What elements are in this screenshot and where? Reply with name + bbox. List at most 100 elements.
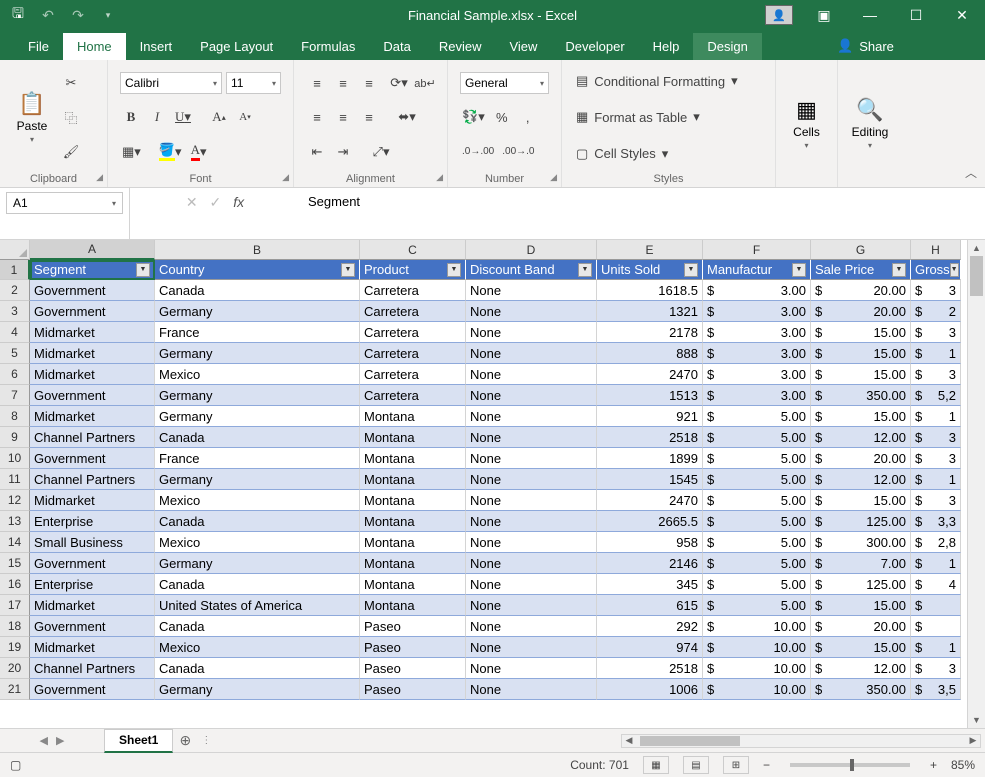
table-cell[interactable]: Germany [155, 301, 360, 322]
table-cell[interactable]: $3,3 [911, 511, 961, 532]
number-format-combo[interactable]: General▾ [460, 72, 549, 94]
table-cell[interactable]: Paseo [360, 637, 466, 658]
table-cell[interactable]: 292 [597, 616, 703, 637]
table-cell[interactable]: $20.00 [811, 616, 911, 637]
table-cell[interactable]: 2470 [597, 364, 703, 385]
table-cell[interactable]: $15.00 [811, 490, 911, 511]
decrease-decimal-button[interactable]: .00→.0 [500, 141, 536, 163]
table-cell[interactable]: 1513 [597, 385, 703, 406]
orientation-button[interactable]: ⟳ ▾ [388, 72, 410, 94]
increase-font-button[interactable]: A▴ [208, 106, 230, 128]
table-cell[interactable]: $15.00 [811, 595, 911, 616]
view-page-layout-button[interactable]: ▤ [683, 756, 709, 774]
copy-button[interactable]: ⿻ [60, 106, 82, 128]
table-cell[interactable]: $3 [911, 490, 961, 511]
table-cell[interactable]: None [466, 490, 597, 511]
table-cell[interactable]: None [466, 469, 597, 490]
table-cell[interactable]: $5.00 [703, 532, 811, 553]
table-cell[interactable]: $15.00 [811, 637, 911, 658]
tab-review[interactable]: Review [425, 33, 496, 60]
row-header[interactable]: 7 [0, 385, 30, 406]
row-header[interactable]: 11 [0, 469, 30, 490]
tab-insert[interactable]: Insert [126, 33, 187, 60]
minimize-button[interactable]: — [847, 0, 893, 30]
table-cell[interactable]: Canada [155, 427, 360, 448]
table-cell[interactable]: 958 [597, 532, 703, 553]
table-cell[interactable]: 921 [597, 406, 703, 427]
scrollbar-thumb[interactable] [970, 256, 983, 296]
table-cell[interactable]: $ [911, 616, 961, 637]
format-painter-button[interactable]: 🖌 [60, 141, 82, 163]
table-cell[interactable]: $20.00 [811, 301, 911, 322]
scrollbar-thumb[interactable] [640, 736, 740, 746]
table-cell[interactable]: Germany [155, 469, 360, 490]
filter-dropdown-icon[interactable]: ▼ [447, 263, 461, 277]
table-cell[interactable]: Germany [155, 343, 360, 364]
table-cell[interactable]: $10.00 [703, 658, 811, 679]
table-cell[interactable]: None [466, 364, 597, 385]
table-cell[interactable]: $12.00 [811, 658, 911, 679]
merge-center-button[interactable]: ⬌ ▾ [396, 106, 418, 128]
table-cell[interactable]: $3 [911, 364, 961, 385]
table-cell[interactable]: Montana [360, 448, 466, 469]
table-cell[interactable]: Enterprise [30, 511, 155, 532]
row-header[interactable]: 10 [0, 448, 30, 469]
filter-dropdown-icon[interactable]: ▼ [341, 263, 355, 277]
row-header[interactable]: 19 [0, 637, 30, 658]
scroll-up-icon[interactable]: ▲ [968, 240, 985, 256]
table-cell[interactable]: Paseo [360, 616, 466, 637]
tab-design[interactable]: Design [693, 33, 761, 60]
table-header-cell[interactable]: Segment▼ [30, 260, 155, 280]
dialog-launcher-icon[interactable]: ◢ [282, 172, 289, 183]
table-cell[interactable]: $3.00 [703, 364, 811, 385]
filter-dropdown-icon[interactable]: ▼ [684, 263, 698, 277]
table-cell[interactable]: $125.00 [811, 511, 911, 532]
table-cell[interactable]: Channel Partners [30, 469, 155, 490]
table-cell[interactable]: Paseo [360, 679, 466, 700]
row-header[interactable]: 9 [0, 427, 30, 448]
table-cell[interactable]: $4 [911, 574, 961, 595]
table-cell[interactable]: $5.00 [703, 406, 811, 427]
wrap-text-button[interactable]: ab↵ [414, 72, 436, 94]
table-cell[interactable]: Carretera [360, 322, 466, 343]
row-header[interactable]: 15 [0, 553, 30, 574]
table-cell[interactable]: Midmarket [30, 364, 155, 385]
align-bottom-button[interactable]: ≡ [358, 72, 380, 94]
zoom-value[interactable]: 85% [951, 758, 975, 772]
row-header[interactable]: 20 [0, 658, 30, 679]
table-cell[interactable]: None [466, 532, 597, 553]
table-header-cell[interactable]: Manufactur▼ [703, 260, 811, 280]
zoom-in-button[interactable]: + [930, 758, 937, 772]
table-cell[interactable]: $300.00 [811, 532, 911, 553]
formula-input[interactable]: Segment [300, 188, 985, 239]
zoom-slider[interactable] [790, 763, 910, 767]
table-cell[interactable]: $5.00 [703, 595, 811, 616]
table-cell[interactable]: Carretera [360, 280, 466, 301]
fill-color-button[interactable]: 🪣 ▾ [157, 141, 184, 163]
table-cell[interactable]: 2470 [597, 490, 703, 511]
table-cell[interactable]: $3.00 [703, 301, 811, 322]
tab-file[interactable]: File [14, 33, 63, 60]
table-cell[interactable]: Germany [155, 553, 360, 574]
table-cell[interactable]: Small Business [30, 532, 155, 553]
font-size-combo[interactable]: 11▾ [226, 72, 281, 94]
table-cell[interactable]: $10.00 [703, 616, 811, 637]
format-as-table-button[interactable]: ▦Format as Table ▾ [574, 106, 702, 128]
tab-home[interactable]: Home [63, 33, 126, 60]
row-header[interactable]: 1 [0, 260, 30, 280]
borders-button[interactable]: ▦ ▾ [120, 141, 143, 163]
table-cell[interactable]: $1 [911, 343, 961, 364]
table-cell[interactable]: Montana [360, 490, 466, 511]
table-cell[interactable]: $3.00 [703, 280, 811, 301]
table-cell[interactable]: Mexico [155, 364, 360, 385]
table-cell[interactable]: 2518 [597, 427, 703, 448]
filter-dropdown-icon[interactable]: ▼ [792, 263, 806, 277]
row-header[interactable]: 21 [0, 679, 30, 700]
table-cell[interactable]: Midmarket [30, 343, 155, 364]
table-cell[interactable]: Montana [360, 553, 466, 574]
table-cell[interactable]: $7.00 [811, 553, 911, 574]
tab-page-layout[interactable]: Page Layout [186, 33, 287, 60]
table-cell[interactable]: United States of America [155, 595, 360, 616]
table-cell[interactable]: France [155, 322, 360, 343]
table-cell[interactable]: $5.00 [703, 469, 811, 490]
